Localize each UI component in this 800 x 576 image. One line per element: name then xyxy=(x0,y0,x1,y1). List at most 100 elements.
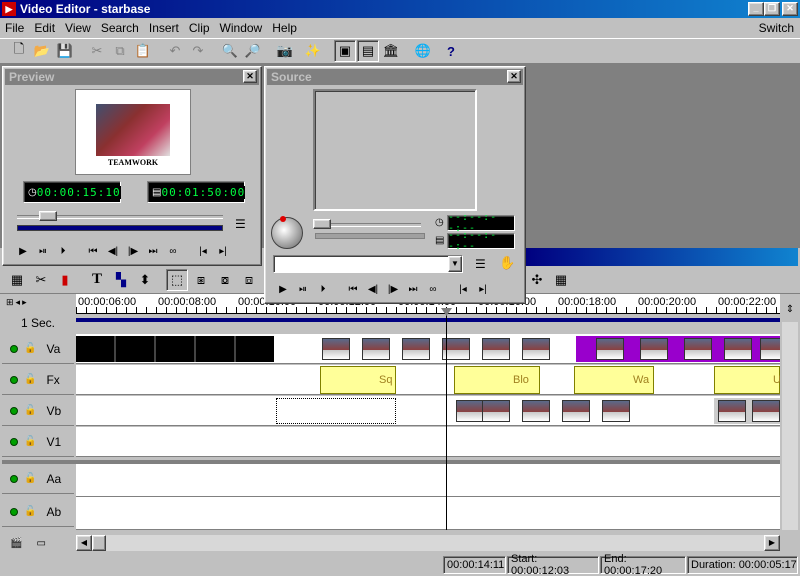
timeline-hscroll[interactable]: ◀ ▶ xyxy=(76,535,780,551)
audio-view-icon[interactable]: 🎬 xyxy=(10,538,22,549)
track-enable-icon[interactable] xyxy=(10,437,18,446)
track-lane-v1[interactable] xyxy=(76,427,780,457)
video-clip[interactable] xyxy=(276,398,396,424)
lock-icon[interactable]: 🔓 xyxy=(24,343,36,354)
track-lane-va[interactable] xyxy=(76,334,780,364)
minimize-button[interactable]: _ xyxy=(748,2,764,16)
track-lane-vb[interactable] xyxy=(76,396,780,426)
lock-icon[interactable]: 🔓 xyxy=(24,405,36,416)
play-to-end-icon[interactable]: ⏵ xyxy=(313,284,333,295)
copy-icon[interactable]: ⧉ xyxy=(109,40,131,62)
source-options-icon[interactable]: ☰ xyxy=(475,257,486,271)
menu-edit[interactable]: Edit xyxy=(34,21,55,35)
title-clip[interactable] xyxy=(76,336,274,362)
preview-close-button[interactable]: ✕ xyxy=(243,70,257,83)
open-folder-icon[interactable]: 📂 xyxy=(31,40,53,62)
play-selection-icon[interactable]: ⏯ xyxy=(33,246,53,257)
lock-icon[interactable]: 🔓 xyxy=(24,473,36,484)
source-window-icon[interactable]: ▤ xyxy=(357,40,379,62)
source-scrubber-thumb[interactable] xyxy=(313,219,331,229)
slide-tool-icon[interactable]: ⧈ xyxy=(238,269,260,291)
next-marker-icon[interactable]: ▸ xyxy=(22,297,27,308)
source-clip-dropdown[interactable]: ▼ xyxy=(273,255,463,273)
trimmer-icon[interactable]: 🏛 xyxy=(380,40,402,62)
chevron-down-icon[interactable]: ▼ xyxy=(448,256,462,272)
track-enable-icon[interactable] xyxy=(10,406,18,415)
play-to-end-icon[interactable]: ⏵ xyxy=(53,246,73,257)
marker-icon[interactable]: ⬍ xyxy=(134,269,156,291)
restore-button[interactable]: ❐ xyxy=(764,2,780,16)
fx-clip-ur[interactable]: Ur xyxy=(714,366,780,394)
lock-icon[interactable]: 🔓 xyxy=(24,436,36,447)
track-header-v1[interactable]: 🔓 V1 xyxy=(2,427,74,457)
timeline-vscroll[interactable] xyxy=(782,322,798,530)
go-start-icon[interactable]: ⏮ xyxy=(343,284,363,295)
fx-clip-wa[interactable]: Wa xyxy=(574,366,654,394)
track-header-ab[interactable]: 🔓 Ab xyxy=(2,497,74,527)
go-end-icon[interactable]: ⏭ xyxy=(143,246,163,257)
preview-range-bar[interactable] xyxy=(17,225,223,231)
mark-in-icon[interactable]: |◂ xyxy=(193,246,213,257)
group-tool-icon[interactable]: ⧆ xyxy=(190,269,212,291)
menu-switch[interactable]: Switch xyxy=(759,21,794,35)
scroll-right-button[interactable]: ▶ xyxy=(764,535,780,551)
effects-icon[interactable]: ✨ xyxy=(302,40,324,62)
ripple-tool-icon[interactable]: ⧇ xyxy=(214,269,236,291)
scroll-left-button[interactable]: ◀ xyxy=(76,535,92,551)
paste-icon[interactable]: 📋 xyxy=(132,40,154,62)
select-tool-icon[interactable]: ⬚ xyxy=(166,268,188,291)
source-close-button[interactable]: ✕ xyxy=(507,70,521,83)
help-icon[interactable]: ? xyxy=(440,40,462,62)
hand-icon[interactable]: ✋ xyxy=(499,255,515,271)
next-frame-icon[interactable]: |▶ xyxy=(383,284,403,295)
find-icon[interactable]: 🔍 xyxy=(219,40,241,62)
grid-icon[interactable]: ▦ xyxy=(550,269,572,291)
play-selection-icon[interactable]: ⏯ xyxy=(293,284,313,295)
menu-insert[interactable]: Insert xyxy=(149,21,179,35)
track-lane-ab[interactable] xyxy=(76,497,780,530)
preview-window-icon[interactable]: ▣ xyxy=(334,40,356,62)
track-enable-icon[interactable] xyxy=(10,375,18,384)
track-lane-fx[interactable]: Sq Blo Wa Ur xyxy=(76,365,780,395)
track-enable-icon[interactable] xyxy=(10,344,18,353)
color-icon[interactable]: ▚ xyxy=(110,269,132,291)
capture-icon[interactable]: 📷 xyxy=(274,40,296,62)
find-next-icon[interactable]: 🔎 xyxy=(242,40,264,62)
save-icon[interactable]: 💾 xyxy=(54,40,76,62)
close-button[interactable]: ✕ xyxy=(782,2,798,16)
play-icon[interactable]: ▶ xyxy=(273,284,293,295)
preview-options-icon[interactable]: ☰ xyxy=(235,217,246,231)
snap-icon[interactable]: ✣ xyxy=(526,269,548,291)
preview-scrubber-thumb[interactable] xyxy=(39,211,57,221)
menu-search[interactable]: Search xyxy=(101,21,139,35)
undo-icon[interactable]: ↶ xyxy=(164,40,186,62)
track-enable-icon[interactable] xyxy=(10,507,18,516)
video-clip[interactable] xyxy=(320,336,550,362)
go-start-icon[interactable]: ⏮ xyxy=(83,246,103,257)
track-header-aa[interactable]: 🔓 Aa xyxy=(2,464,74,494)
fx-clip-sq[interactable]: Sq xyxy=(320,366,396,394)
menu-view[interactable]: View xyxy=(65,21,91,35)
video-clip[interactable] xyxy=(714,398,780,424)
mark-in-icon[interactable]: |◂ xyxy=(453,284,473,295)
menu-file[interactable]: File xyxy=(5,21,24,35)
record-disc-icon[interactable] xyxy=(271,216,303,249)
prev-marker-icon[interactable]: ◂ xyxy=(16,297,21,308)
go-end-icon[interactable]: ⏭ xyxy=(403,284,423,295)
track-view-icon[interactable]: ▭ xyxy=(36,538,45,549)
color-clip-icon[interactable]: ▮ xyxy=(54,269,76,291)
next-frame-icon[interactable]: |▶ xyxy=(123,246,143,257)
mark-out-icon[interactable]: ▸| xyxy=(213,246,233,257)
video-clip[interactable] xyxy=(454,398,654,424)
source-range-bar[interactable] xyxy=(315,233,425,239)
track-header-fx[interactable]: 🔓 Fx xyxy=(2,365,74,395)
loop-icon[interactable]: ∞ xyxy=(423,284,443,295)
prev-frame-icon[interactable]: ◀| xyxy=(363,284,383,295)
prev-frame-icon[interactable]: ◀| xyxy=(103,246,123,257)
menu-help[interactable]: Help xyxy=(272,21,297,35)
razor-icon[interactable]: ✂ xyxy=(30,269,52,291)
transition-clip[interactable] xyxy=(576,336,780,362)
track-header-vb[interactable]: 🔓 Vb xyxy=(2,396,74,426)
track-enable-icon[interactable] xyxy=(10,474,18,483)
cut-icon[interactable]: ✂ xyxy=(86,40,108,62)
